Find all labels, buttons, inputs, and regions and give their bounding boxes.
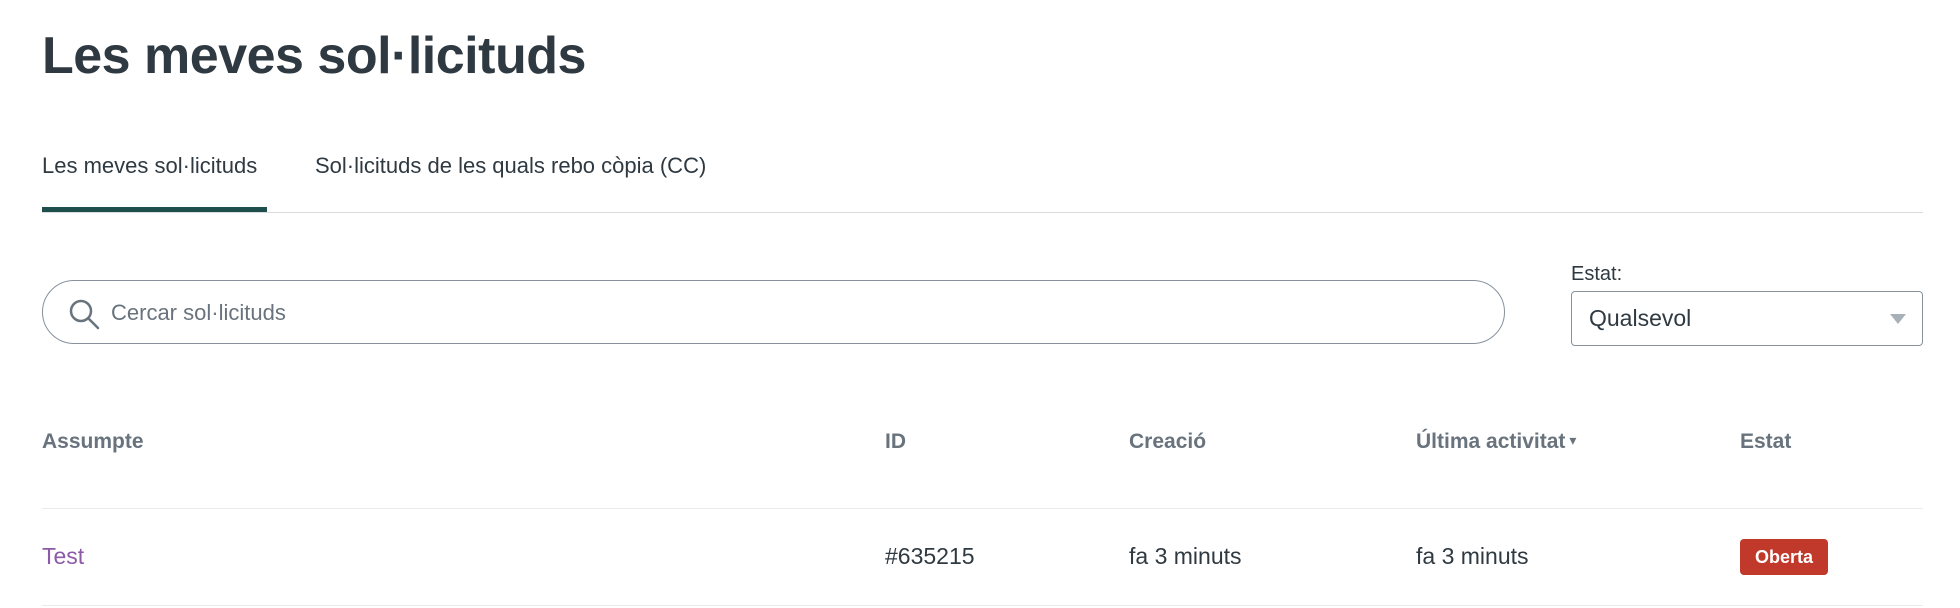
status-badge: Oberta: [1740, 539, 1829, 575]
tab-my-requests[interactable]: Les meves sol·licituds: [42, 142, 267, 212]
column-header-last-activity[interactable]: Última activitat ▾: [1416, 430, 1576, 454]
status-filter-label: Estat:: [1571, 263, 1623, 285]
request-subject-link[interactable]: Test: [42, 543, 84, 569]
sort-descending-icon: ▾: [1569, 432, 1577, 448]
request-subject-cell: Test: [42, 543, 84, 570]
column-header-subject[interactable]: Assumpte: [42, 430, 144, 454]
status-filter-select[interactable]: Qualsevol: [1571, 291, 1923, 346]
page-title: Les meves sol·licituds: [42, 27, 586, 85]
column-header-status[interactable]: Estat: [1740, 430, 1791, 454]
column-header-last-activity-label: Última activitat: [1416, 430, 1566, 453]
request-last-activity: fa 3 minuts: [1416, 543, 1529, 569]
tab-bar: Les meves sol·licituds Sol·licituds de l…: [42, 142, 1923, 213]
table-row: Test #635215 fa 3 minuts fa 3 minuts Obe…: [42, 509, 1923, 606]
status-filter-value: Qualsevol: [1589, 305, 1692, 331]
column-header-created[interactable]: Creació: [1129, 430, 1206, 454]
chevron-down-icon: [1890, 314, 1906, 324]
request-id: #635215: [885, 543, 975, 569]
search-box[interactable]: [42, 280, 1505, 344]
search-icon: [69, 299, 100, 330]
tab-cc-requests[interactable]: Sol·licituds de les quals rebo còpia (CC…: [315, 142, 706, 210]
column-header-id[interactable]: ID: [885, 430, 906, 454]
request-created: fa 3 minuts: [1129, 543, 1242, 569]
search-input[interactable]: [109, 289, 1483, 337]
